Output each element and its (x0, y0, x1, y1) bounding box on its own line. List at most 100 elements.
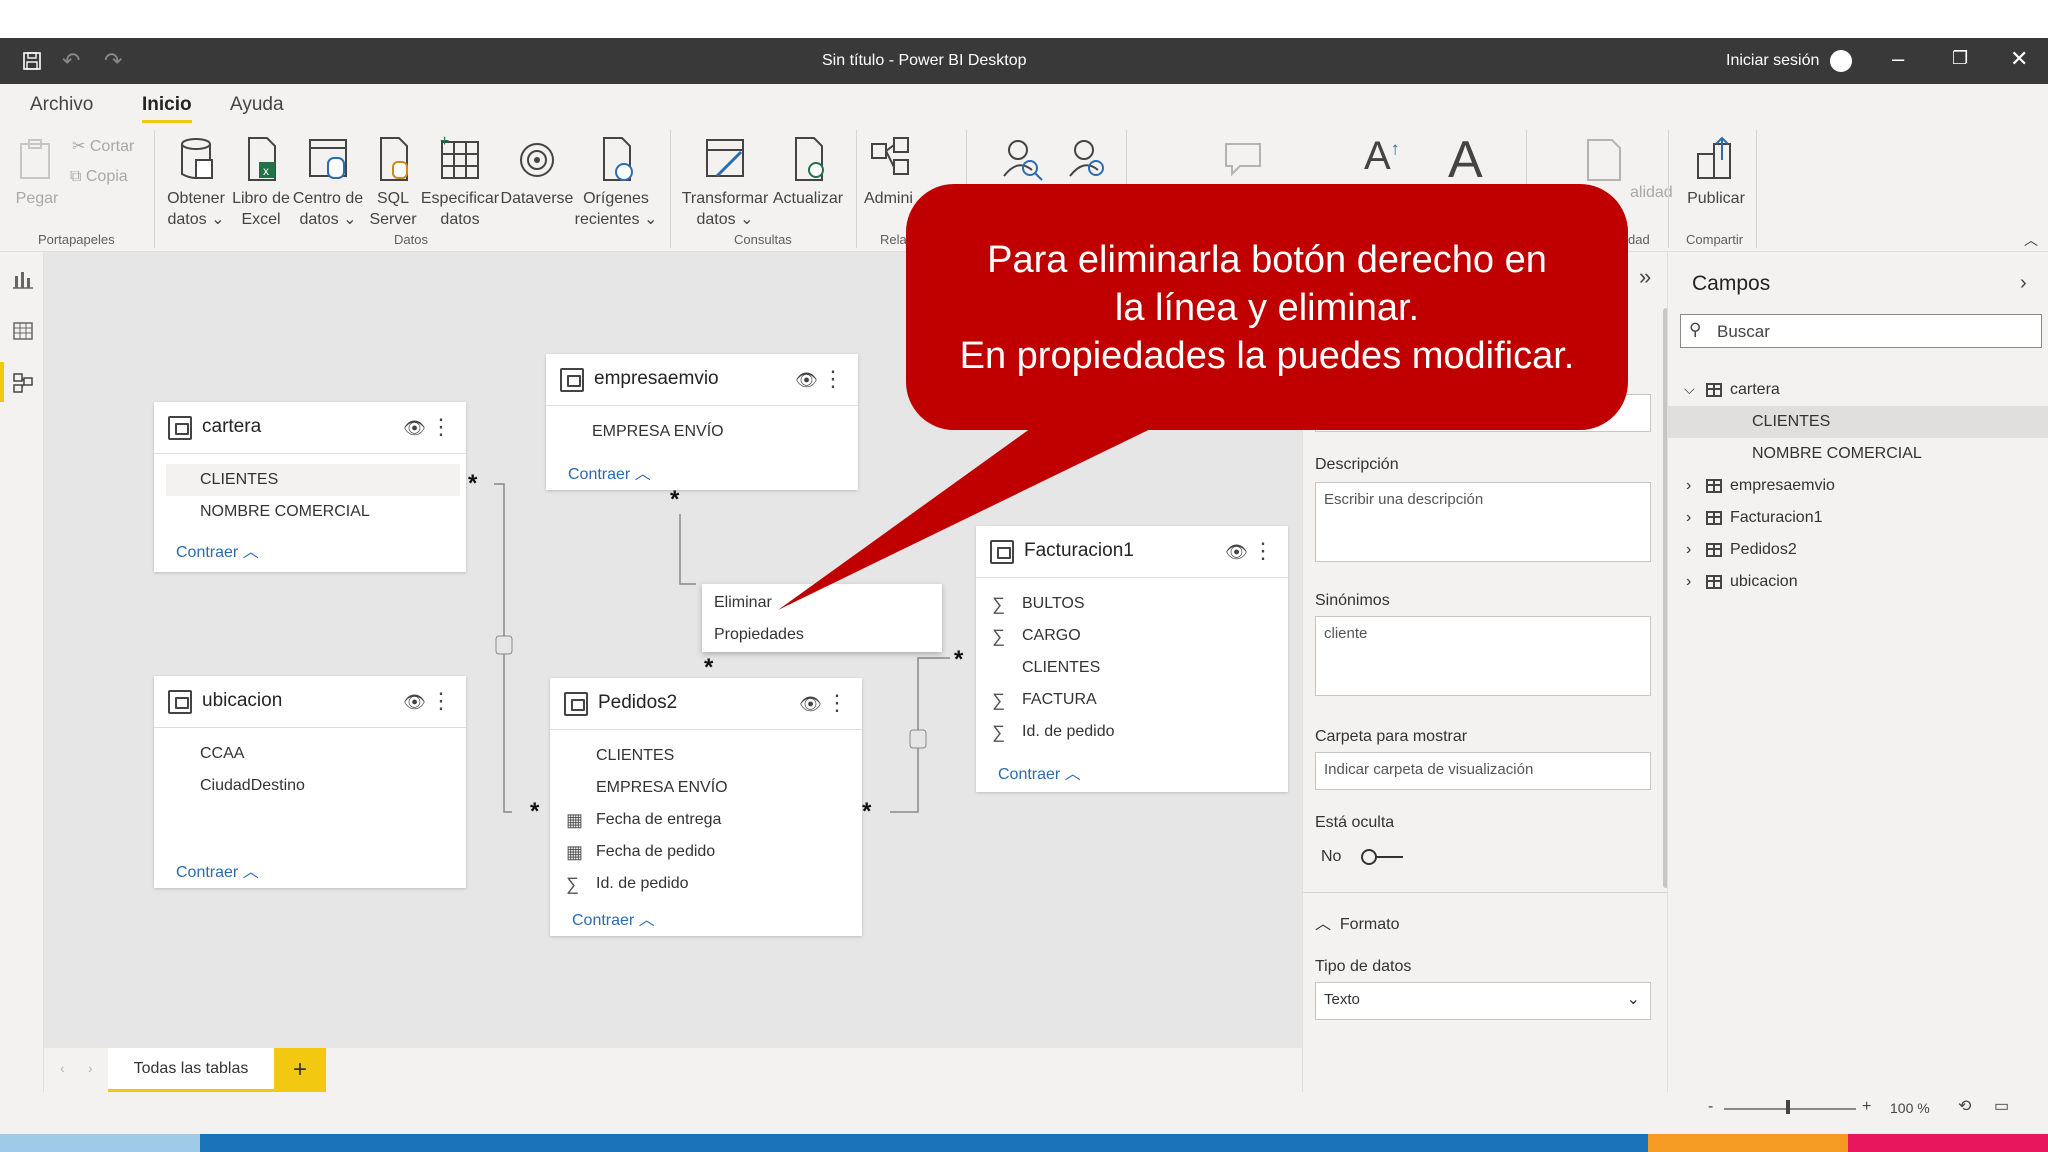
tab-archivo[interactable]: Archivo (30, 94, 93, 116)
calendar-icon: ▦ (566, 842, 584, 862)
collapse-link[interactable]: Contraer ︿ (176, 538, 259, 562)
field-row[interactable]: CLIENTES (976, 652, 1288, 684)
scroll-right-icon[interactable]: › (88, 1060, 93, 1076)
collapse-pane-icon[interactable]: › (2020, 272, 2027, 295)
synonyms-input[interactable]: cliente (1315, 616, 1651, 696)
tree-item-clientes[interactable]: CLIENTES (1668, 406, 2048, 438)
more-options-icon[interactable]: ⋮ (1252, 538, 1274, 564)
visibility-icon[interactable]: 👁 (799, 694, 822, 715)
enter-data-button[interactable]: + Especificar datos (420, 133, 500, 230)
hidden-toggle[interactable] (1359, 846, 1405, 868)
data-hub-icon (306, 134, 350, 184)
hidden-value: No (1321, 848, 1342, 865)
scroll-left-icon[interactable]: ‹ (60, 1060, 65, 1076)
excel-button[interactable]: x Libro de Excel (230, 134, 292, 230)
tab-inicio[interactable]: Inicio (142, 94, 192, 123)
field-row[interactable]: ▦ Fecha de pedido (550, 836, 862, 868)
redo-icon[interactable]: ↷ (104, 48, 122, 74)
expand-pane-icon[interactable]: » (1639, 264, 1651, 290)
collapse-link[interactable]: Contraer ︿ (572, 906, 655, 930)
collapse-label: Contraer (572, 912, 635, 929)
model-view-icon[interactable] (12, 372, 34, 394)
field-row[interactable]: CLIENTES (550, 740, 862, 772)
field-row[interactable]: ∑ CARGO (976, 620, 1288, 652)
relationship-empresa-pedidos[interactable] (679, 514, 696, 585)
save-icon[interactable] (22, 51, 42, 71)
person-search-icon[interactable] (1000, 136, 1044, 189)
tree-item-nombre-comercial[interactable]: NOMBRE COMERCIAL (1668, 438, 2048, 470)
zoom-in-icon[interactable]: + (1862, 1098, 1871, 1116)
tree-item-facturacion1[interactable]: › Facturacion1 (1668, 502, 2048, 534)
dataverse-button[interactable]: Dataverse (500, 134, 574, 209)
menu-item-propiedades[interactable]: Propiedades (714, 626, 804, 644)
field-row[interactable]: ∑ Id. de pedido (976, 716, 1288, 748)
restore-icon[interactable]: ❐ (1952, 48, 1968, 69)
visibility-icon[interactable]: 👁 (403, 418, 426, 439)
search-input[interactable]: ⚲ Buscar (1680, 314, 2042, 348)
field-row[interactable]: ∑ FACTURA (976, 684, 1288, 716)
field-row[interactable]: EMPRESA ENVÍO (550, 772, 862, 804)
transform-data-button[interactable]: Transformar datos ⌄ (680, 134, 770, 230)
table-icon (1706, 575, 1722, 589)
sql-server-button[interactable]: SQL Server (366, 134, 420, 230)
folder-input[interactable]: Indicar carpeta de visualización (1315, 752, 1651, 790)
paste-button[interactable]: Pegar (14, 134, 60, 209)
undo-icon[interactable]: ↶ (62, 48, 80, 74)
more-options-icon[interactable]: ⋮ (826, 690, 848, 716)
table-card-cartera[interactable]: cartera 👁 ⋮ CLIENTES NOMBRE COMERCIAL Co… (154, 402, 466, 572)
visibility-icon[interactable]: 👁 (403, 692, 426, 713)
field-row[interactable]: CCAA (154, 738, 466, 770)
data-hub-button[interactable]: Centro de datos ⌄ (292, 134, 364, 230)
tab-ayuda[interactable]: Ayuda (230, 94, 284, 116)
add-layout-button[interactable]: + (274, 1048, 326, 1092)
collapse-link[interactable]: Contraer ︿ (568, 460, 651, 484)
fit-icon[interactable]: ⟲ (1958, 1096, 1971, 1116)
tab-todas-las-tablas[interactable]: Todas las tablas (108, 1048, 274, 1092)
cross-filter-icon[interactable] (909, 729, 927, 749)
field-row[interactable]: ∑ Id. de pedido (550, 868, 862, 900)
field-row[interactable]: CiudadDestino (154, 770, 466, 802)
field-row[interactable]: CLIENTES (166, 464, 460, 496)
table-icon (1706, 543, 1722, 557)
table-card-pedidos2[interactable]: Pedidos2 👁 ⋮ CLIENTES EMPRESA ENVÍO ▦ Fec… (550, 678, 862, 936)
close-icon[interactable]: ✕ (2010, 46, 2028, 72)
tree-item-cartera[interactable]: ⌵ cartera (1668, 374, 2048, 406)
get-data-button[interactable]: Obtener datos ⌄ (164, 134, 228, 230)
group-share: Compartir (1686, 232, 1744, 247)
person-view-icon[interactable] (1066, 136, 1110, 189)
collapse-link[interactable]: Contraer ︿ (998, 760, 1081, 784)
report-view-icon[interactable] (12, 268, 34, 290)
recent-sources-button[interactable]: Orígenes recientes ⌄ (574, 134, 658, 230)
datatype-select[interactable]: Texto ⌄ (1315, 982, 1651, 1020)
menu-item-eliminar[interactable]: Eliminar (714, 594, 772, 612)
cross-filter-icon[interactable] (495, 635, 513, 655)
more-options-icon[interactable]: ⋮ (430, 688, 452, 714)
data-view-icon[interactable] (12, 320, 34, 342)
collapse-ribbon-icon[interactable]: ︿ (2024, 230, 2038, 250)
table-card-ubicacion[interactable]: ubicacion 👁 ⋮ CCAA CiudadDestino Contrae… (154, 676, 466, 888)
signin-link[interactable]: Iniciar sesión (1726, 52, 1819, 70)
tree-item-ubicacion[interactable]: › ubicacion (1668, 566, 2048, 598)
zoom-slider[interactable] (1724, 1108, 1856, 1110)
cut-button[interactable]: ✂ Cortar (72, 136, 134, 156)
zoom-out-icon[interactable]: - (1708, 1098, 1713, 1116)
copy-button[interactable]: ⧉ Copia (70, 168, 128, 186)
refresh-button[interactable]: Actualizar (770, 134, 846, 209)
fullscreen-icon[interactable]: ▭ (1994, 1096, 2009, 1116)
tree-item-pedidos2[interactable]: › Pedidos2 (1668, 534, 2048, 566)
avatar[interactable] (1830, 50, 1852, 72)
field-row[interactable]: ▦ Fecha de entrega (550, 804, 862, 836)
minimize-icon[interactable]: – (1892, 46, 1904, 72)
tree-item-empresaemvio[interactable]: › empresaemvio (1668, 470, 2048, 502)
description-input[interactable]: Escribir una descripción (1315, 482, 1651, 562)
more-options-icon[interactable]: ⋮ (430, 414, 452, 440)
font-icon[interactable]: A (1448, 130, 1483, 190)
field-row[interactable]: NOMBRE COMERCIAL (154, 496, 466, 528)
zoom-slider-thumb[interactable] (1786, 1100, 1790, 1114)
collapse-link[interactable]: Contraer ︿ (176, 858, 259, 882)
collapse-label: Contraer (568, 466, 631, 483)
publish-button[interactable]: Publicar (1680, 134, 1752, 209)
text-size-icon[interactable]: A↑ (1364, 134, 1400, 179)
manage-relationships-button[interactable]: Admini relac (864, 134, 916, 209)
format-section-toggle[interactable]: ︿ Formato (1315, 910, 1399, 934)
